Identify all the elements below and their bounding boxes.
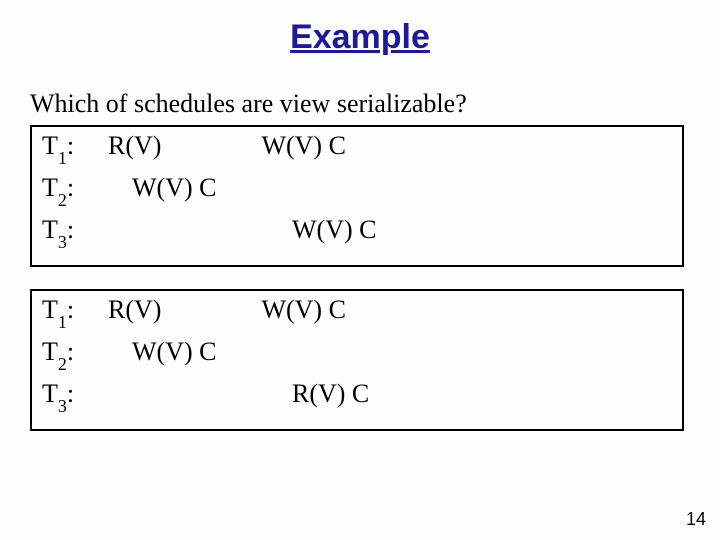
t-letter: T: [42, 173, 58, 202]
schedule-row: T1: R(V) W(V) C: [32, 131, 682, 173]
op-cell: R(V): [108, 131, 161, 161]
transaction-label: T2:: [32, 173, 92, 207]
schedule-row: T2: W(V) C: [32, 337, 682, 379]
t-sub: 1: [58, 312, 67, 332]
t-letter: T: [42, 337, 58, 366]
t-colon: :: [67, 173, 74, 202]
schedule-box-2: T1: R(V) W(V) C T2: W(V) C T3: R(V) C: [30, 289, 684, 431]
slide: Example Which of schedules are view seri…: [0, 0, 720, 540]
t-sub: 3: [58, 232, 67, 252]
t-letter: T: [42, 131, 58, 160]
t-colon: :: [67, 215, 74, 244]
transaction-label: T2:: [32, 337, 92, 371]
op-cell: W(V) C: [261, 131, 345, 161]
transaction-label: T3:: [32, 215, 92, 249]
transaction-label: T1:: [32, 295, 92, 329]
transaction-label: T3:: [32, 379, 92, 413]
schedule-row: T1: R(V) W(V) C: [32, 295, 682, 337]
op-cell: W(V) C: [132, 337, 216, 367]
t-letter: T: [42, 379, 58, 408]
t-sub: 2: [58, 354, 67, 374]
op-cell: W(V) C: [132, 173, 216, 203]
page-number: 14: [686, 509, 706, 530]
t-sub: 1: [58, 148, 67, 168]
schedule-row: T3: W(V) C: [32, 215, 682, 257]
t-letter: T: [42, 295, 58, 324]
schedule-row: T2: W(V) C: [32, 173, 682, 215]
t-sub: 3: [58, 396, 67, 416]
schedule-row: T3: R(V) C: [32, 379, 682, 421]
t-colon: :: [67, 337, 74, 366]
t-colon: :: [67, 379, 74, 408]
op-cell: W(V) C: [292, 215, 376, 245]
transaction-label: T1:: [32, 131, 92, 165]
op-cell: W(V) C: [261, 295, 345, 325]
t-colon: :: [67, 295, 74, 324]
op-cell: R(V): [108, 295, 161, 325]
question-text: Which of schedules are view serializable…: [30, 89, 720, 119]
t-colon: :: [67, 131, 74, 160]
slide-title: Example: [0, 0, 720, 67]
schedule-box-1: T1: R(V) W(V) C T2: W(V) C T3: W(V) C: [30, 125, 684, 267]
t-sub: 2: [58, 190, 67, 210]
t-letter: T: [42, 215, 58, 244]
op-cell: R(V) C: [292, 379, 369, 409]
